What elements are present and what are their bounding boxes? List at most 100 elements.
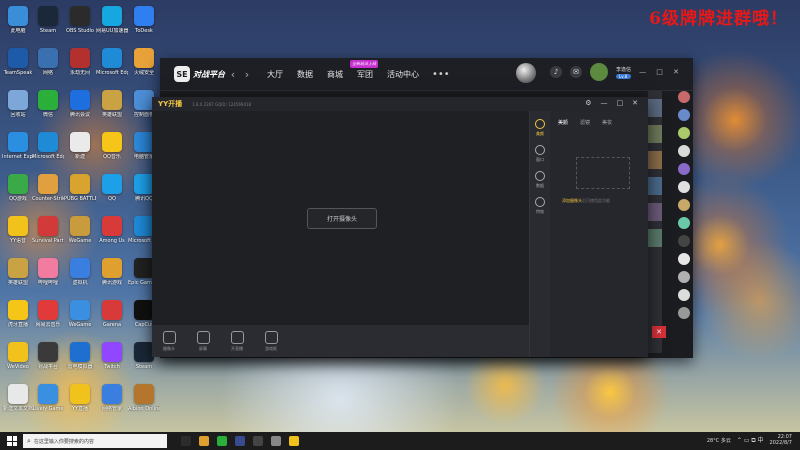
side-thumbnail[interactable] bbox=[648, 99, 662, 117]
friend-avatar[interactable] bbox=[678, 289, 690, 301]
pinned-app-icon[interactable] bbox=[289, 436, 299, 446]
side-thumbnail[interactable] bbox=[648, 177, 662, 195]
panel-tab-filter[interactable]: 滤镜 bbox=[580, 119, 590, 126]
desktop-icon[interactable]: 微信 bbox=[32, 88, 64, 130]
desktop-icon[interactable]: YY直播 bbox=[64, 382, 96, 424]
tool-screen[interactable]: 屏幕 bbox=[186, 325, 220, 357]
close-red-button[interactable]: ✕ bbox=[652, 326, 666, 338]
desktop-icon[interactable]: WeVideo bbox=[2, 340, 34, 382]
desktop-icon[interactable]: OBS Studio bbox=[64, 4, 96, 46]
forward-arrow-icon[interactable]: › bbox=[240, 68, 254, 81]
desktop-icon[interactable]: Survival Party bbox=[32, 214, 64, 256]
settings-icon[interactable]: ⚙ bbox=[585, 99, 591, 107]
friend-avatar[interactable] bbox=[678, 181, 690, 193]
desktop-icon[interactable]: 英雄联盟 bbox=[2, 256, 34, 298]
tool-camera[interactable]: 摄像头 bbox=[152, 325, 186, 357]
desktop-icon[interactable]: YY语音 bbox=[2, 214, 34, 256]
desktop-icon[interactable]: Among Us bbox=[96, 214, 128, 256]
mail-icon[interactable]: ✉ bbox=[570, 66, 583, 78]
nav-item-legion[interactable]: 全新玩法上线 军团 bbox=[350, 59, 380, 80]
side-thumbnail[interactable] bbox=[648, 203, 662, 221]
desktop-icon[interactable]: 对战平台 bbox=[32, 340, 64, 382]
desktop-icon[interactable]: 网络 bbox=[32, 46, 64, 88]
friend-avatar[interactable] bbox=[678, 109, 690, 121]
desktop-icon[interactable]: Counter-Strike Global Offensive bbox=[32, 172, 64, 214]
more-icon[interactable]: ••• bbox=[432, 69, 450, 80]
weather-text[interactable]: 28°C 多云 bbox=[707, 437, 731, 444]
desktop-icon[interactable]: 新建文本文档 bbox=[2, 382, 34, 424]
desktop-icon[interactable]: 哔哩哔哩 bbox=[32, 256, 64, 298]
nav-item-store[interactable]: 商城 bbox=[320, 69, 350, 80]
desktop-icon[interactable]: 虚拟机 bbox=[64, 256, 96, 298]
back-arrow-icon[interactable]: ‹ bbox=[226, 68, 240, 81]
desktop-icon[interactable]: Microsoft Edge bbox=[96, 46, 128, 88]
desktop-icon[interactable]: 网易UU加速器 bbox=[96, 4, 128, 46]
friend-avatar[interactable] bbox=[678, 217, 690, 229]
desktop-icon[interactable]: PUBG BATTLEGROUNDS bbox=[64, 172, 96, 214]
add-camera-link[interactable]: 添加摄像头 bbox=[562, 198, 582, 203]
friend-avatar[interactable] bbox=[678, 253, 690, 265]
pinned-app-icon[interactable] bbox=[253, 436, 263, 446]
desktop-icon[interactable]: 新建 bbox=[64, 130, 96, 172]
side-thumbnail[interactable] bbox=[648, 151, 662, 169]
desktop-icon[interactable]: TeamSpeak bbox=[2, 46, 34, 88]
panel-tab-makeup[interactable]: 美妆 bbox=[602, 119, 612, 126]
desktop-icon[interactable]: 永劫无间 bbox=[64, 46, 96, 88]
side-tab-data[interactable]: 数据 bbox=[530, 171, 550, 189]
nav-item-lobby[interactable]: 大厅 bbox=[260, 69, 290, 80]
side-tab-effects[interactable]: 特效 bbox=[530, 197, 550, 215]
desktop-icon[interactable]: WeGame bbox=[64, 298, 96, 340]
music-icon[interactable]: ♪ bbox=[550, 66, 563, 78]
friend-avatar[interactable] bbox=[678, 127, 690, 139]
desktop-icon[interactable]: Albion Online bbox=[128, 382, 160, 424]
user-info[interactable]: 李逸信 Lv.8 bbox=[616, 66, 632, 79]
close-icon[interactable]: ✕ bbox=[632, 99, 638, 107]
desktop-icon[interactable]: Steam bbox=[32, 4, 64, 46]
desktop-icon[interactable]: QQ bbox=[96, 172, 128, 214]
side-thumbnail[interactable] bbox=[648, 125, 662, 143]
pinned-app-icon[interactable] bbox=[217, 436, 227, 446]
nav-item-events[interactable]: 活动中心 bbox=[380, 69, 426, 80]
desktop-icon[interactable]: Internet Explorer bbox=[2, 130, 34, 172]
desktop-icon[interactable]: Twitch bbox=[96, 340, 128, 382]
desktop-icon[interactable]: Garena bbox=[96, 298, 128, 340]
friend-avatar[interactable] bbox=[678, 145, 690, 157]
platform-logo[interactable]: SE 对战平台 bbox=[174, 63, 226, 85]
tray-symbols[interactable]: ⌃ ▭ ⧉ 中 bbox=[737, 435, 764, 445]
pinned-app-icon[interactable] bbox=[235, 436, 245, 446]
desktop-icon[interactable]: 回收站 bbox=[2, 88, 34, 130]
pinned-app-icon[interactable] bbox=[181, 436, 191, 446]
friend-avatar[interactable] bbox=[678, 91, 690, 103]
desktop-icon[interactable]: QQ音乐 bbox=[96, 130, 128, 172]
desktop-icon[interactable]: 虎牙直播 bbox=[2, 298, 34, 340]
desktop-icon[interactable]: 雷电模拟器 bbox=[64, 340, 96, 382]
friend-avatar[interactable] bbox=[678, 271, 690, 283]
side-tab-window[interactable]: 窗口 bbox=[530, 145, 550, 163]
desktop-icon[interactable]: 网络管家 bbox=[96, 382, 128, 424]
friend-avatar[interactable] bbox=[678, 163, 690, 175]
main-window-controls[interactable]: — □ ✕ bbox=[639, 68, 683, 76]
friend-avatar[interactable] bbox=[678, 307, 690, 319]
tool-live[interactable]: 开直播 bbox=[220, 325, 254, 357]
desktop-icon[interactable]: 英雄联盟 bbox=[96, 88, 128, 130]
desktop-icon[interactable]: ToDesk bbox=[128, 4, 160, 46]
open-camera-button[interactable]: 打开摄像头 bbox=[307, 208, 377, 229]
taskbar-search[interactable]: ⌕ 在这里输入你要搜索的内容 bbox=[23, 434, 167, 448]
friend-avatar[interactable] bbox=[678, 199, 690, 211]
desktop-icon[interactable]: 网易云音乐 bbox=[32, 298, 64, 340]
tool-game[interactable]: 游戏框 bbox=[254, 325, 288, 357]
clock[interactable]: 22:07 2022/8/7 bbox=[770, 434, 792, 446]
desktop-icon[interactable]: 此电脑 bbox=[2, 4, 34, 46]
user-avatar[interactable] bbox=[590, 63, 609, 81]
desktop-icon[interactable]: 火绒安全 bbox=[128, 46, 160, 88]
desktop-icon[interactable]: Microsoft Edge bbox=[32, 130, 64, 172]
windows-start-icon[interactable] bbox=[7, 436, 17, 446]
maximize-icon[interactable]: □ bbox=[617, 99, 624, 107]
friend-avatar[interactable] bbox=[678, 235, 690, 247]
featured-avatar[interactable] bbox=[516, 63, 536, 83]
side-thumbnail[interactable] bbox=[648, 229, 662, 247]
desktop-icon[interactable]: WeGame bbox=[64, 214, 96, 256]
desktop-icon[interactable]: 腾讯游戏 bbox=[96, 256, 128, 298]
pinned-app-icon[interactable] bbox=[199, 436, 209, 446]
pinned-app-icon[interactable] bbox=[271, 436, 281, 446]
